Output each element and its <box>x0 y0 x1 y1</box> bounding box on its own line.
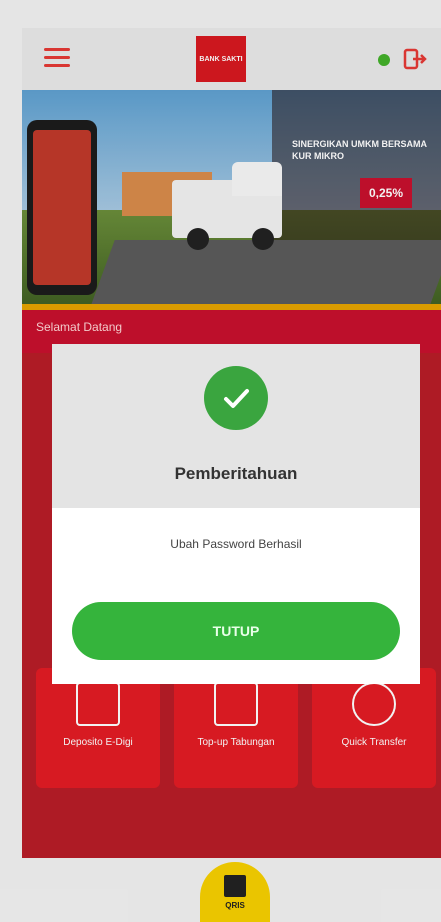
dialog-message: Ubah Password Berhasil <box>170 537 302 551</box>
dialog-title: Pemberitahuan <box>174 464 298 483</box>
notification-dialog: Pemberitahuan Ubah Password Berhasil TUT… <box>52 344 420 684</box>
check-circle-icon <box>204 366 268 430</box>
close-button[interactable]: TUTUP <box>72 602 400 660</box>
dialog-header: Pemberitahuan <box>52 344 420 508</box>
